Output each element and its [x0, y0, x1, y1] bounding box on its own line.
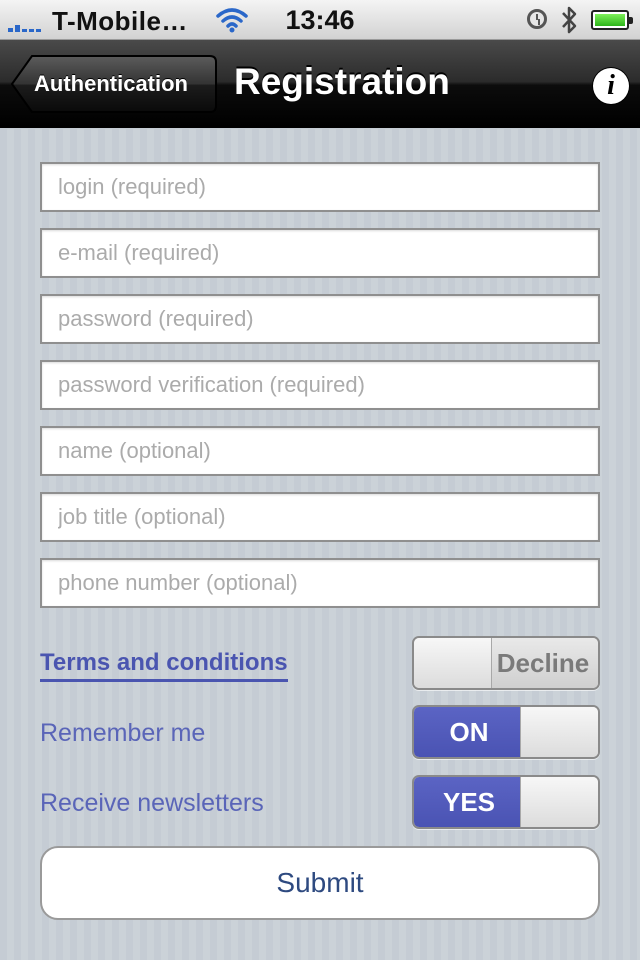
newsletters-switch-knob — [520, 777, 598, 827]
page-title: Registration — [234, 61, 450, 102]
info-icon: i — [607, 70, 615, 101]
job-title-field[interactable] — [40, 492, 600, 542]
password-verification-field[interactable] — [40, 360, 600, 410]
email-field[interactable] — [40, 228, 600, 278]
status-bar: T-Mobile… 13:46 — [0, 0, 640, 40]
navigation-bar: Authentication Registration i — [0, 40, 640, 128]
terms-accept-switch[interactable]: Decline — [412, 636, 600, 690]
terms-switch-knob — [414, 638, 492, 688]
password-field[interactable] — [40, 294, 600, 344]
login-field[interactable] — [40, 162, 600, 212]
receive-newsletters-label: Receive newsletters — [40, 789, 264, 817]
terms-and-conditions-link[interactable]: Terms and conditions — [40, 649, 288, 682]
back-button-label: Authentication — [34, 71, 188, 96]
remember-me-label: Remember me — [40, 719, 206, 747]
info-button[interactable]: i — [593, 68, 629, 104]
submit-button[interactable]: Submit — [40, 846, 600, 920]
alarm-clock-icon — [527, 9, 547, 29]
newsletters-switch[interactable]: YES — [412, 775, 600, 829]
phone-number-field[interactable] — [40, 558, 600, 608]
back-button-authentication[interactable]: Authentication — [10, 54, 218, 114]
remember-switch-knob — [520, 707, 598, 757]
remember-me-switch[interactable]: ON — [412, 705, 600, 759]
battery-icon — [591, 10, 633, 30]
name-field[interactable] — [40, 426, 600, 476]
registration-form: Terms and conditions Decline Remember me… — [0, 129, 640, 960]
terms-switch-label: Decline — [488, 638, 598, 688]
bluetooth-icon — [562, 6, 577, 34]
remember-switch-label: ON — [414, 707, 524, 757]
newsletters-switch-label: YES — [414, 777, 524, 827]
